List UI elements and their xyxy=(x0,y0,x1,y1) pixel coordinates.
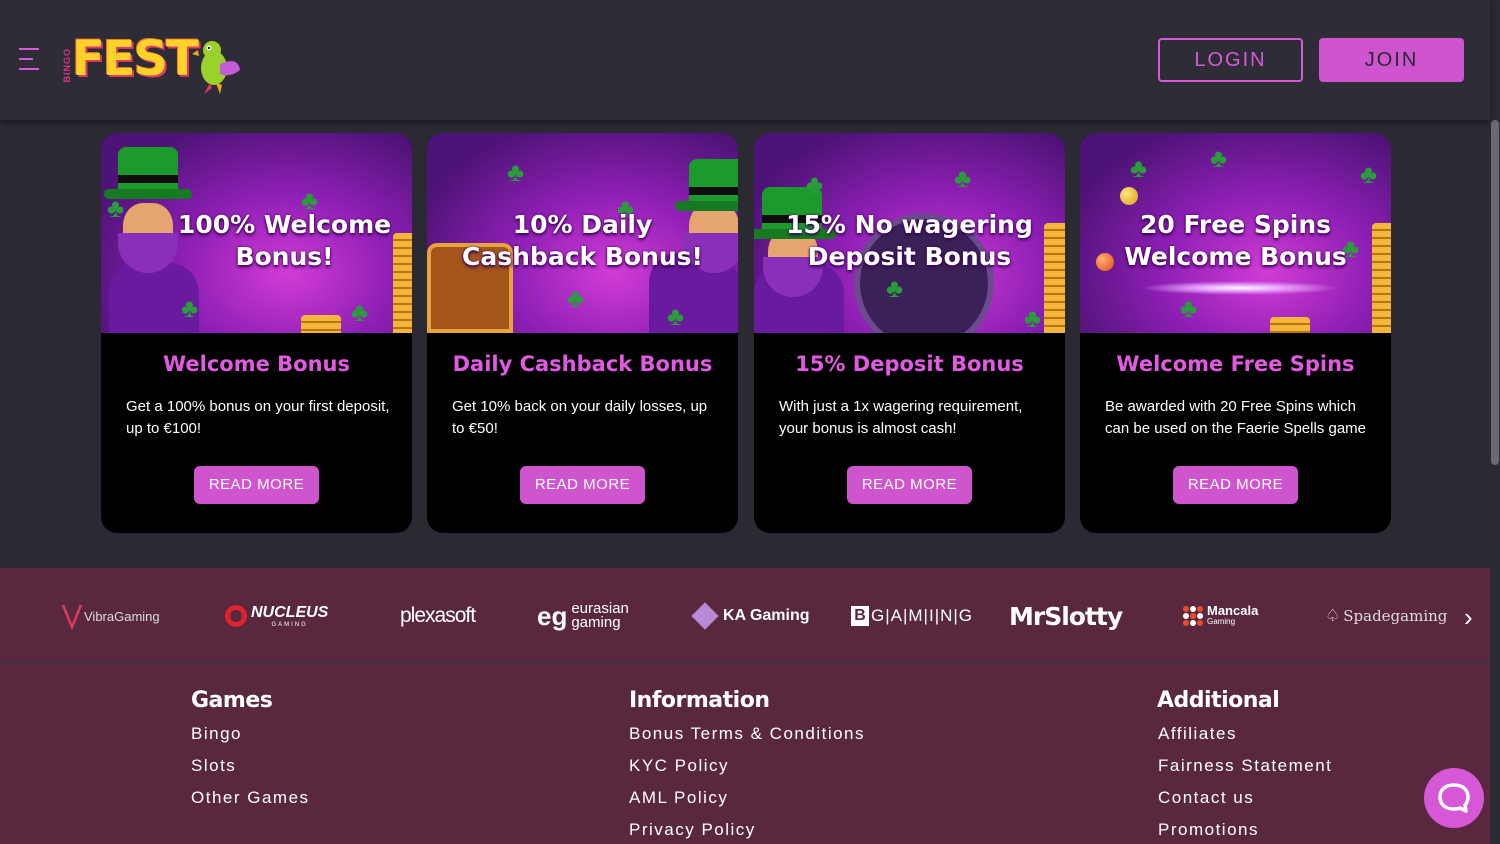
promo-image: ♣ ♣ ♣ ♣ ♣ 20 Free Spins Welcome Bonus xyxy=(1080,133,1391,333)
footer-link-aml-policy[interactable]: AML Policy xyxy=(629,788,728,808)
menu-icon[interactable] xyxy=(19,48,41,72)
footer-link-affiliates[interactable]: Affiliates xyxy=(1158,724,1237,744)
promo-card-welcome-bonus: ♣ ♣ ♣ ♣ 100% Welcome Bonus! Welcome Bonu… xyxy=(101,133,412,533)
eurasian-logo-icon: eg xyxy=(537,600,568,631)
site-logo[interactable]: BINGO FEST xyxy=(62,34,244,96)
provider-name: Mancala xyxy=(1207,603,1259,618)
provider-bgaming[interactable]: B G|A|M|I|N|G xyxy=(851,568,973,664)
clover-icon: ♣ xyxy=(806,169,824,199)
clover-icon: ♣ xyxy=(1180,293,1198,323)
card-title: Welcome Bonus xyxy=(162,352,350,376)
site-footer: Games Bingo Slots Other Games Informatio… xyxy=(0,664,1490,844)
card-description: Get 10% back on your daily losses, up to… xyxy=(452,398,708,437)
read-more-button[interactable]: READ MORE xyxy=(1173,466,1298,504)
logo-fest-text: FEST xyxy=(72,31,199,87)
card-title: Welcome Free Spins xyxy=(1116,352,1355,376)
clover-icon: ♣ xyxy=(507,157,525,187)
mancala-logo-icon xyxy=(1183,606,1203,626)
footer-link-slots[interactable]: Slots xyxy=(191,756,236,776)
ka-logo-icon xyxy=(691,602,719,630)
provider-vibra-gaming[interactable]: VibraGaming xyxy=(60,568,160,664)
provider-mancala[interactable]: Mancala Gaming xyxy=(1183,568,1258,664)
read-more-button[interactable]: READ MORE xyxy=(520,466,645,504)
vibra-logo-icon xyxy=(61,604,83,631)
promo-image-line2: Bonus! xyxy=(235,242,334,271)
card-description: Be awarded with 20 Free Spins which can … xyxy=(1105,398,1366,437)
read-more-button[interactable]: READ MORE xyxy=(847,466,972,504)
game-providers-strip: VibraGaming NUCLEUS GAMING plexasoft eg … xyxy=(0,568,1490,664)
provider-name: Spadegaming xyxy=(1343,607,1448,625)
login-button[interactable]: LOGIN xyxy=(1158,38,1303,82)
promo-image-line1: 20 Free Spins xyxy=(1139,210,1332,239)
light-beam xyxy=(1140,281,1340,295)
footer-link-privacy-policy[interactable]: Privacy Policy xyxy=(629,820,756,840)
promo-image: ♣ ♣ ♣ ♣ 15% No wagering Deposit Bonus xyxy=(754,133,1065,333)
provider-name: KA Gaming xyxy=(723,607,810,624)
card-title: 15% Deposit Bonus xyxy=(795,352,1024,376)
live-chat-button[interactable] xyxy=(1424,768,1484,828)
clover-icon: ♣ xyxy=(567,283,585,313)
site-header: BINGO FEST LOGIN JOIN xyxy=(0,0,1490,120)
footer-link-contact-us[interactable]: Contact us xyxy=(1158,788,1254,808)
clover-icon: ♣ xyxy=(181,293,199,323)
nucleus-logo-icon xyxy=(225,605,247,627)
footer-link-bingo[interactable]: Bingo xyxy=(191,724,242,744)
provider-nucleus[interactable]: NUCLEUS GAMING xyxy=(225,568,328,664)
promo-image: ♣ ♣ ♣ ♣ 100% Welcome Bonus! xyxy=(101,133,412,333)
provider-name: NUCLEUS xyxy=(251,604,329,621)
promo-image: ♣ ♣ ♣ ♣ 10% Daily Cashback Bonus! xyxy=(427,133,738,333)
provider-subname: gaming xyxy=(571,614,621,631)
footer-link-other-games[interactable]: Other Games xyxy=(191,788,310,808)
promo-image-line2: Deposit Bonus xyxy=(807,242,1012,271)
spade-icon: ♤ xyxy=(1325,606,1341,625)
footer-games-title: Games xyxy=(191,688,273,713)
promo-card-deposit-bonus: ♣ ♣ ♣ ♣ 15% No wagering Deposit Bonus 15… xyxy=(754,133,1065,533)
footer-link-bonus-terms[interactable]: Bonus Terms & Conditions xyxy=(629,724,865,744)
footer-information-title: Information xyxy=(629,688,770,713)
provider-subname: Gaming xyxy=(1207,617,1236,626)
provider-plexasoft[interactable]: plexasoft xyxy=(400,568,476,664)
read-more-button[interactable]: READ MORE xyxy=(194,466,319,504)
provider-name: MrSlotty xyxy=(1009,601,1123,631)
footer-additional-title: Additional xyxy=(1157,688,1280,713)
card-title: Daily Cashback Bonus xyxy=(452,352,713,376)
clover-icon: ♣ xyxy=(886,273,904,303)
clover-icon: ♣ xyxy=(954,163,972,193)
clover-icon: ♣ xyxy=(1210,143,1228,173)
provider-name: G|A|M|I|N|G xyxy=(871,606,974,625)
promo-card-daily-cashback: ♣ ♣ ♣ ♣ 10% Daily Cashback Bonus! Daily … xyxy=(427,133,738,533)
provider-name: plexasoft xyxy=(400,604,476,627)
scrollbar-thumb[interactable] xyxy=(1491,120,1499,465)
clover-icon: ♣ xyxy=(1024,303,1042,333)
provider-name: VibraGaming xyxy=(84,608,160,624)
footer-link-kyc-policy[interactable]: KYC Policy xyxy=(629,756,729,776)
provider-subname: GAMING xyxy=(271,622,308,628)
footer-link-promotions[interactable]: Promotions xyxy=(1158,820,1259,840)
join-button[interactable]: JOIN xyxy=(1319,38,1464,82)
provider-spadegaming[interactable]: ♤ Spadegaming xyxy=(1325,568,1447,664)
provider-ka-gaming[interactable]: KA Gaming xyxy=(691,568,810,664)
clover-icon: ♣ xyxy=(351,297,369,327)
page-scrollbar[interactable] xyxy=(1490,0,1500,844)
promo-image-line2: Welcome Bonus xyxy=(1124,242,1347,271)
promo-image-line1: 100% Welcome xyxy=(177,210,392,239)
provider-mrslotty[interactable]: MrSlotty xyxy=(1009,568,1123,664)
clover-icon: ♣ xyxy=(1130,153,1148,183)
footer-link-fairness-statement[interactable]: Fairness Statement xyxy=(1158,756,1332,776)
provider-eurasian-gaming[interactable]: eg eurasian gaming xyxy=(537,568,629,664)
bgaming-b-letter: B xyxy=(851,606,869,626)
card-description: Get a 100% bonus on your first deposit, … xyxy=(126,398,390,437)
promo-image-line1: 15% No wagering xyxy=(786,210,1033,239)
clover-icon: ♣ xyxy=(1360,159,1378,189)
promo-image-line1: 10% Daily xyxy=(512,210,653,239)
chevron-right-icon[interactable]: › xyxy=(1464,602,1484,632)
promo-card-free-spins: ♣ ♣ ♣ ♣ ♣ 20 Free Spins Welcome Bonus We… xyxy=(1080,133,1391,533)
coin-icon xyxy=(1120,187,1138,205)
clover-icon: ♣ xyxy=(667,301,685,331)
card-description: With just a 1x wagering requirement, you… xyxy=(779,398,1023,437)
promo-image-line2: Cashback Bonus! xyxy=(462,242,703,271)
parrot-icon xyxy=(192,41,240,94)
logo-bingo-text: BINGO xyxy=(62,48,72,83)
chat-bubble-icon xyxy=(1438,783,1470,813)
